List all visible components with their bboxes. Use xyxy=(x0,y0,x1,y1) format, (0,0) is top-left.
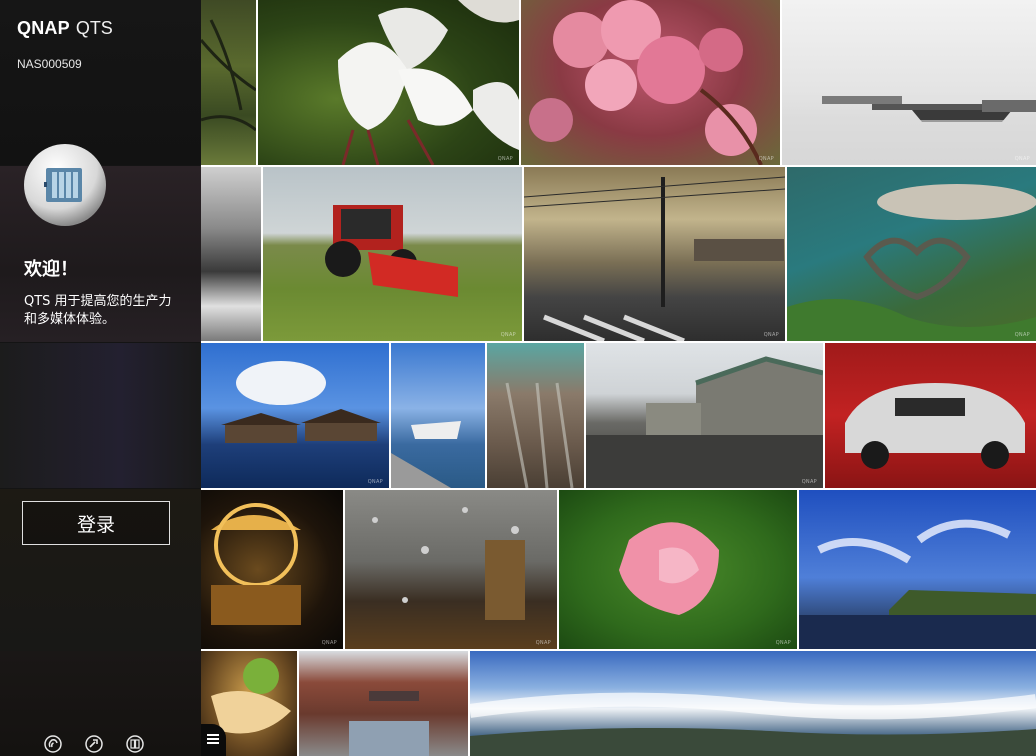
nas-device-icon xyxy=(24,144,106,226)
photo-carousel-night: QNAP xyxy=(201,490,343,649)
brand-logo: QNAP QTS xyxy=(17,18,113,39)
photo-white-cyclamen: QNAP xyxy=(258,0,519,165)
photo-heart-stone-weir: QNAP xyxy=(787,167,1036,341)
manual-icon[interactable] xyxy=(126,735,144,753)
brand-product: QTS xyxy=(75,18,113,38)
photo-watermark: QNAP xyxy=(535,640,551,646)
photo-harbor-boat xyxy=(391,343,485,488)
login-button[interactable]: 登录 xyxy=(22,501,170,545)
menu-toggle-button[interactable] xyxy=(201,724,226,756)
photo-street-crossing: QNAP xyxy=(524,167,785,341)
photo-watermark: QNAP xyxy=(763,332,779,338)
photo-rainy-window: QNAP xyxy=(345,490,557,649)
photo-watermark: QNAP xyxy=(1014,332,1030,338)
photo-watermark: QNAP xyxy=(500,332,516,338)
photo-pink-flower-bud: QNAP xyxy=(559,490,797,649)
photo-watermark: QNAP xyxy=(1014,156,1030,162)
photo-watermark: QNAP xyxy=(321,640,337,646)
side-mid-bg xyxy=(0,343,201,488)
photo-watermark: QNAP xyxy=(775,640,791,646)
nas-hostname: NAS000509 xyxy=(17,57,82,71)
photo-watermark: QNAP xyxy=(497,156,513,162)
photo-coastal-panorama xyxy=(470,651,1036,756)
photo-water-villas: QNAP xyxy=(201,343,389,488)
photo-rocky-shore xyxy=(201,167,261,341)
brand-name: QNAP xyxy=(17,18,70,38)
photo-watermark: QNAP xyxy=(367,479,383,485)
photo-canal-warehouses: QNAP xyxy=(586,343,823,488)
photo-brick-warehouse-canal xyxy=(299,651,468,756)
mobile-app-icon[interactable] xyxy=(44,735,62,753)
photo-watermark: QNAP xyxy=(758,156,774,162)
photo-rock-ridges xyxy=(487,343,584,488)
login-side-panel: QNAP QTS NAS000509 欢迎！ QTS 用于提高您的生产力和多媒体体… xyxy=(0,0,201,756)
photo-blue-sky-island xyxy=(799,490,1036,649)
helpdesk-icon[interactable] xyxy=(85,735,103,753)
menu-icon xyxy=(207,734,219,744)
photo-race-car xyxy=(825,343,1036,488)
photo-watermark: QNAP xyxy=(801,479,817,485)
photo-foggy-boats: QNAP xyxy=(782,0,1036,165)
photo-forest-tree xyxy=(201,0,256,165)
photo-red-tractor: QNAP xyxy=(263,167,522,341)
welcome-description: QTS 用于提高您的生产力和多媒体体验。 xyxy=(24,294,172,327)
photo-pink-blossoms: QNAP xyxy=(521,0,780,165)
welcome-heading: 欢迎！ xyxy=(24,259,78,280)
